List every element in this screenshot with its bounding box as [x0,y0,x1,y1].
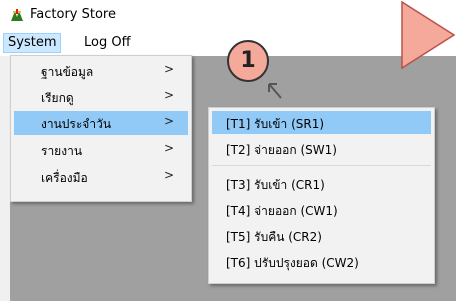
chevron-right-icon: > [163,114,174,128]
title-bar: Factory Store [0,0,456,32]
menu-item-label: เครื่องมือ [41,171,88,185]
cursor-arrow-icon [268,83,282,99]
window-title: Factory Store [30,7,116,22]
submenu-item-t2[interactable]: [T2] จ่ายออก (SW1) [212,137,431,160]
submenu-item-label: [T1] รับเข้า (SR1) [226,117,325,131]
menu-item-label: งานประจำวัน [41,117,112,131]
menu-item-tools[interactable]: เครื่องมือ > [14,165,188,189]
menu-item-label: เรียกดู [41,91,74,105]
menu-item-label: ฐานข้อมูล [41,65,94,79]
menu-item-daily-work[interactable]: งานประจำวัน > [14,111,188,135]
menu-item-browse[interactable]: เรียกดู > [14,85,188,109]
menu-separator [212,165,431,166]
next-arrow-icon [401,0,456,70]
chevron-right-icon: > [163,168,174,182]
app-logo-icon [11,9,23,21]
step-number-badge: 1 [227,40,269,82]
submenu-item-t1[interactable]: [T1] รับเข้า (SR1) [212,111,431,134]
submenu-item-t3[interactable]: [T3] รับเข้า (CR1) [212,172,431,195]
menu-item-report[interactable]: รายงาน > [14,138,188,162]
menu-log-off[interactable]: Log Off [80,33,135,53]
submenu-item-t6[interactable]: [T6] ปรับปรุงยอด (CW2) [212,250,431,273]
submenu-item-t5[interactable]: [T5] รับคืน (CR2) [212,224,431,247]
chevron-right-icon: > [163,88,174,102]
submenu-item-label: [T5] รับคืน (CR2) [226,230,322,244]
menu-item-label: รายงาน [41,144,83,158]
chevron-right-icon: > [163,141,174,155]
menu-item-database[interactable]: ฐานข้อมูล > [14,59,188,83]
submenu-item-label: [T2] จ่ายออก (SW1) [226,143,337,157]
submenu-item-label: [T3] รับเข้า (CR1) [226,178,325,192]
menu-system[interactable]: System [3,33,62,53]
submenu-item-label: [T6] ปรับปรุงยอด (CW2) [226,256,359,270]
submenu-item-label: [T4] จ่ายออก (CW1) [226,204,338,218]
system-dropdown-menu: ฐานข้อมูล > เรียกดู > งานประจำวัน > รายง… [10,55,192,202]
chevron-right-icon: > [163,62,174,76]
daily-work-submenu: [T1] รับเข้า (SR1) [T2] จ่ายออก (SW1) [T… [208,107,435,284]
menu-bar: System Log Off [0,33,456,53]
submenu-item-t4[interactable]: [T4] จ่ายออก (CW1) [212,198,431,221]
